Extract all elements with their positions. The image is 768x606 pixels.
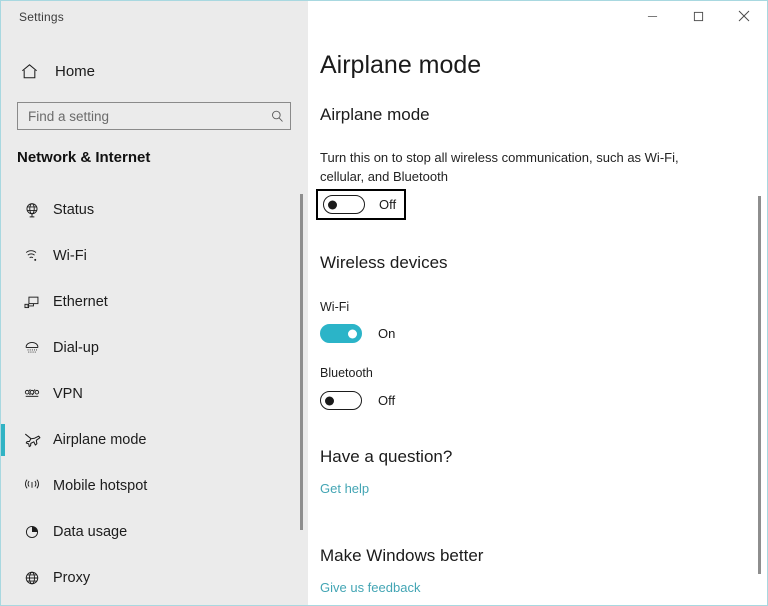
section-heading-make-windows-better: Make Windows better — [320, 546, 484, 565]
sidebar-scrollbar[interactable] — [295, 1, 307, 605]
hotspot-icon — [15, 477, 49, 495]
sidebar-item-vpn[interactable]: VPN — [1, 371, 291, 417]
sidebar-item-mobile-hotspot[interactable]: Mobile hotspot — [1, 463, 291, 509]
bluetooth-label: Bluetooth — [320, 366, 373, 380]
section-heading-have-a-question: Have a question? — [320, 447, 453, 466]
app-title: Settings — [19, 10, 64, 24]
sidebar-item-home-label: Home — [55, 62, 96, 80]
bluetooth-toggle-row: Off — [320, 391, 395, 410]
airplane-mode-toggle-highlight: Off — [316, 189, 407, 220]
settings-window: Settings Home Network & Internet — [0, 0, 768, 606]
toggle-knob — [328, 200, 337, 209]
sidebar-item-dialup-label: Dial-up — [53, 340, 99, 356]
sidebar-item-dialup[interactable]: Dial-up — [1, 325, 291, 371]
minimize-button[interactable] — [629, 1, 675, 31]
sidebar-item-home[interactable]: Home — [1, 55, 291, 87]
wifi-toggle-state: On — [378, 326, 396, 341]
toggle-knob — [325, 396, 334, 405]
wifi-toggle-row: On — [320, 324, 395, 343]
data-usage-icon — [15, 523, 49, 541]
give-us-feedback-link[interactable]: Give us feedback — [320, 580, 420, 595]
toggle-knob — [348, 329, 357, 338]
section-heading-airplane-mode: Airplane mode — [320, 105, 430, 124]
section-heading-wireless-devices: Wireless devices — [320, 253, 448, 272]
sidebar-item-ethernet[interactable]: Ethernet — [1, 279, 291, 325]
selection-indicator — [1, 332, 5, 364]
sidebar-item-data-usage-label: Data usage — [53, 524, 128, 540]
sidebar-category-title: Network & Internet — [17, 149, 151, 166]
selection-indicator — [1, 516, 5, 548]
sidebar-item-mobile-hotspot-label: Mobile hotspot — [53, 478, 148, 494]
selection-indicator — [1, 424, 5, 456]
airplane-mode-toggle[interactable] — [323, 195, 365, 214]
wifi-icon — [15, 247, 49, 265]
sidebar-scrollbar-thumb[interactable] — [300, 194, 303, 530]
sidebar-item-data-usage[interactable]: Data usage — [1, 509, 291, 555]
sidebar-item-ethernet-label: Ethernet — [53, 294, 108, 310]
airplane-mode-toggle-state: Off — [379, 197, 397, 212]
bluetooth-toggle[interactable] — [320, 391, 362, 410]
selection-indicator — [1, 286, 5, 318]
search-icon — [264, 109, 290, 124]
search-box[interactable] — [17, 102, 291, 130]
window-controls — [629, 1, 767, 31]
home-icon — [9, 62, 49, 81]
main-content: Airplane mode Airplane mode Turn this on… — [308, 1, 767, 605]
proxy-globe-icon — [15, 569, 49, 587]
sidebar-item-proxy-label: Proxy — [53, 570, 91, 586]
selection-indicator — [1, 194, 5, 226]
sidebar-item-wifi[interactable]: Wi-Fi — [1, 233, 291, 279]
globe-status-icon — [15, 201, 49, 219]
sidebar-item-proxy[interactable]: Proxy — [1, 555, 291, 601]
sidebar-nav-list: Status Wi-Fi Ethernet Dial-up VPN Airpla… — [1, 187, 291, 601]
get-help-link[interactable]: Get help — [320, 481, 369, 496]
sidebar-item-airplane-mode[interactable]: Airplane mode — [1, 417, 291, 463]
close-button[interactable] — [721, 1, 767, 31]
sidebar-item-wifi-label: Wi-Fi — [53, 248, 87, 264]
bluetooth-toggle-state: Off — [378, 393, 396, 408]
sidebar-item-vpn-label: VPN — [53, 386, 83, 402]
ethernet-icon — [15, 293, 49, 311]
wifi-label: Wi-Fi — [320, 300, 350, 314]
wifi-toggle[interactable] — [320, 324, 362, 343]
airplane-mode-description: Turn this on to stop all wireless commun… — [320, 150, 679, 184]
sidebar: Settings Home Network & Internet — [1, 1, 308, 605]
vpn-icon — [15, 385, 49, 403]
search-input[interactable] — [18, 103, 264, 129]
sidebar-item-status-label: Status — [53, 202, 95, 218]
selection-indicator — [1, 378, 5, 410]
selection-indicator — [1, 562, 5, 594]
dialup-icon — [15, 339, 49, 357]
sidebar-item-status[interactable]: Status — [1, 187, 291, 233]
selection-indicator — [1, 240, 5, 272]
content-scrollbar[interactable] — [753, 31, 765, 605]
page-title: Airplane mode — [320, 51, 482, 79]
content-scrollbar-thumb[interactable] — [758, 196, 761, 574]
sidebar-item-airplane-mode-label: Airplane mode — [53, 432, 147, 448]
airplane-icon — [15, 431, 49, 450]
maximize-button[interactable] — [675, 1, 721, 31]
selection-indicator — [1, 470, 5, 502]
